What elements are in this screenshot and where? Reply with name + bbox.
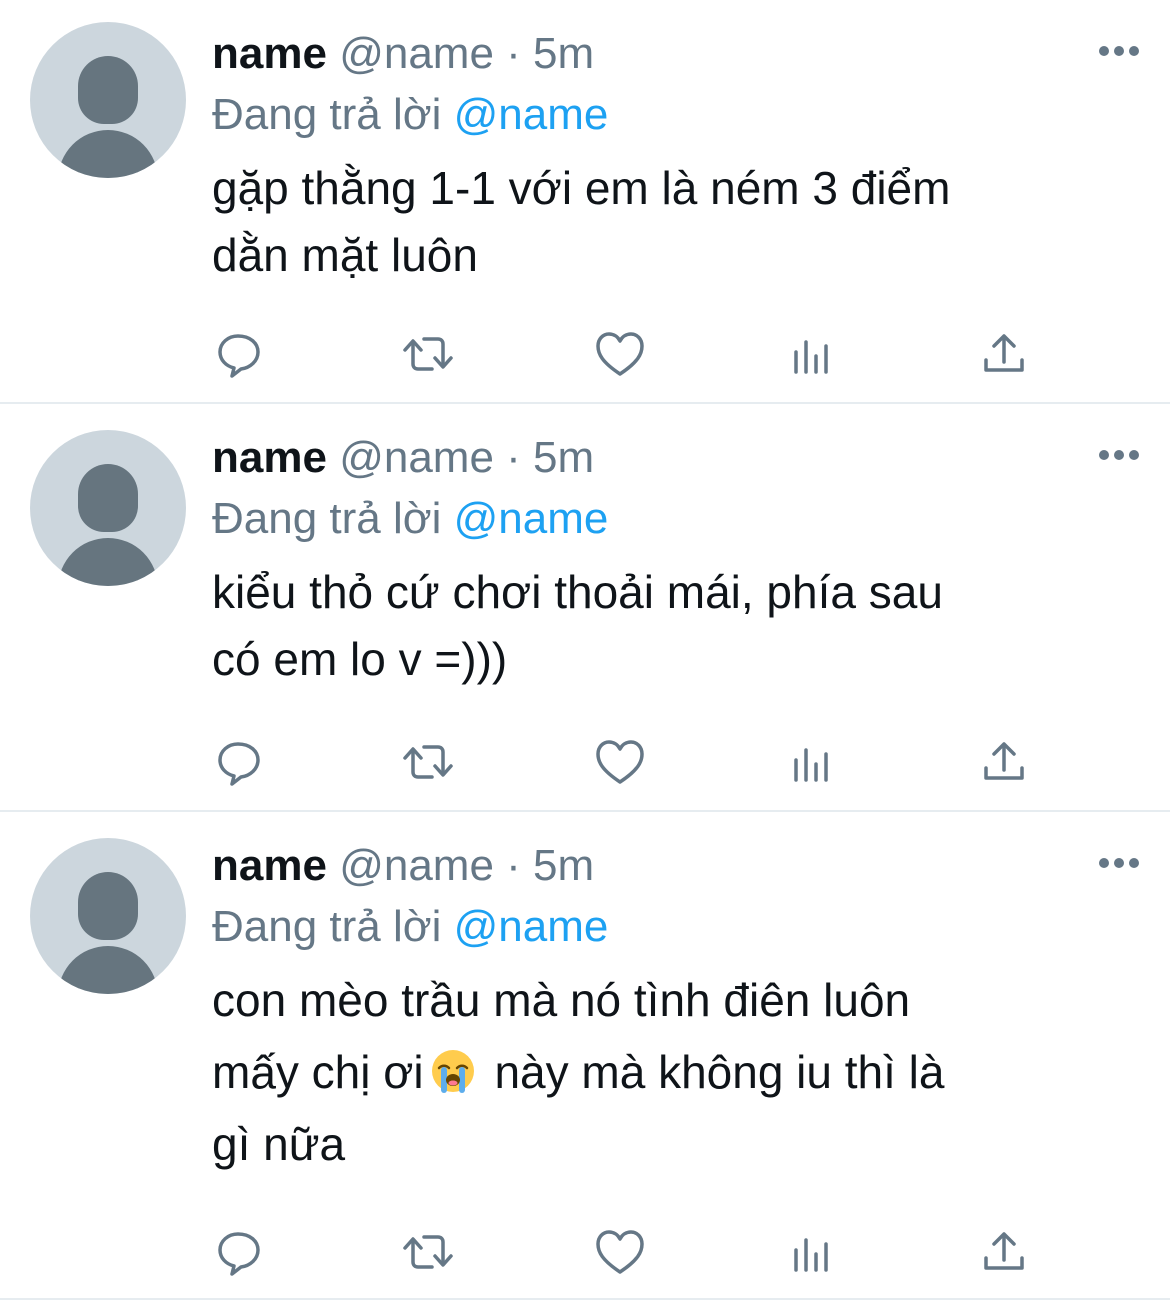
display-name[interactable]: name: [212, 841, 327, 890]
tweet-text: con mèo trầu mà nó tình điên luôn mấy ch…: [212, 964, 1092, 1180]
heart-icon: [596, 740, 644, 784]
tweet-feed: name @name · 5m Đang trả lời @name gặp t…: [0, 0, 1170, 1302]
like-button[interactable]: [592, 326, 648, 382]
reply-bubble-icon: [218, 1232, 260, 1276]
share-button[interactable]: [976, 734, 1032, 790]
user-handle[interactable]: @name: [339, 29, 494, 78]
user-handle[interactable]: @name: [339, 841, 494, 890]
reply-button[interactable]: [212, 1224, 268, 1280]
more-dots-icon: [1099, 858, 1139, 868]
timestamp[interactable]: 5m: [533, 29, 594, 78]
separator-dot: ·: [506, 433, 521, 482]
retweet-button[interactable]: [400, 326, 456, 382]
heart-icon: [596, 1230, 644, 1274]
tweet-content: name @name · 5m Đang trả lời @name gặp t…: [212, 24, 1112, 289]
replying-to-label: Đang trả lời: [212, 494, 442, 543]
more-options-button[interactable]: [1096, 38, 1142, 64]
tweet-header: name @name · 5m: [212, 428, 1112, 488]
tweet-header: name @name · 5m: [212, 24, 1112, 84]
like-button[interactable]: [592, 734, 648, 790]
divider: [0, 1298, 1170, 1300]
reply-mention-link[interactable]: @name: [454, 90, 609, 139]
avatar-head-shape: [78, 464, 138, 532]
views-button[interactable]: [784, 326, 840, 382]
display-name[interactable]: name: [212, 29, 327, 78]
timestamp[interactable]: 5m: [533, 433, 594, 482]
avatar[interactable]: [30, 430, 186, 586]
tweet-actions: [212, 734, 1052, 790]
user-handle[interactable]: @name: [339, 433, 494, 482]
replying-to-label: Đang trả lời: [212, 902, 442, 951]
reply-bubble-icon: [218, 742, 260, 786]
share-button[interactable]: [976, 326, 1032, 382]
retweet-icon: [403, 1235, 453, 1269]
tweet[interactable]: name @name · 5m Đang trả lời @name con m…: [0, 812, 1170, 1302]
reply-mention-link[interactable]: @name: [454, 494, 609, 543]
views-button[interactable]: [784, 734, 840, 790]
display-name[interactable]: name: [212, 433, 327, 482]
tweet-content: name @name · 5m Đang trả lời @name kiểu …: [212, 428, 1112, 693]
views-chart-icon: [794, 748, 828, 782]
views-chart-icon: [794, 1238, 828, 1272]
share-upload-icon: [984, 334, 1024, 372]
replying-to-label: Đang trả lời: [212, 90, 442, 139]
views-chart-icon: [794, 340, 828, 374]
avatar-head-shape: [78, 872, 138, 940]
tweet-actions: [212, 1224, 1052, 1280]
replying-to: Đang trả lời @name: [212, 896, 1112, 958]
like-button[interactable]: [592, 1224, 648, 1280]
reply-mention-link[interactable]: @name: [454, 902, 609, 951]
tweet-header: name @name · 5m: [212, 836, 1112, 896]
tweet-text: gặp thằng 1-1 với em là ném 3 điểm dằn m…: [212, 162, 951, 281]
reply-bubble-icon: [218, 334, 260, 378]
retweet-icon: [403, 337, 453, 371]
replying-to: Đang trả lời @name: [212, 84, 1112, 146]
more-dots-icon: [1099, 450, 1139, 460]
views-button[interactable]: [784, 1224, 840, 1280]
more-dots-icon: [1099, 46, 1139, 56]
tweet[interactable]: name @name · 5m Đang trả lời @name gặp t…: [0, 0, 1170, 404]
reply-button[interactable]: [212, 326, 268, 382]
tweet-text: kiểu thỏ cứ chơi thoải mái, phía sau có …: [212, 566, 943, 685]
separator-dot: ·: [506, 841, 521, 890]
share-button[interactable]: [976, 1224, 1032, 1280]
avatar[interactable]: [30, 22, 186, 178]
replying-to: Đang trả lời @name: [212, 488, 1112, 550]
reply-button[interactable]: [212, 734, 268, 790]
share-upload-icon: [984, 742, 1024, 780]
avatar[interactable]: [30, 838, 186, 994]
avatar-body-shape: [58, 946, 158, 994]
avatar-head-shape: [78, 56, 138, 124]
tweet[interactable]: name @name · 5m Đang trả lời @name kiểu …: [0, 404, 1170, 812]
avatar-body-shape: [58, 538, 158, 586]
avatar-body-shape: [58, 130, 158, 178]
retweet-icon: [403, 745, 453, 779]
tweet-actions: [212, 326, 1052, 382]
more-options-button[interactable]: [1096, 442, 1142, 468]
share-upload-icon: [984, 1232, 1024, 1270]
tweet-content: name @name · 5m Đang trả lời @name con m…: [212, 836, 1112, 1180]
heart-icon: [596, 332, 644, 376]
more-options-button[interactable]: [1096, 850, 1142, 876]
retweet-button[interactable]: [400, 734, 456, 790]
loudly-crying-face-icon: [430, 1042, 476, 1093]
timestamp[interactable]: 5m: [533, 841, 594, 890]
separator-dot: ·: [506, 29, 521, 78]
retweet-button[interactable]: [400, 1224, 456, 1280]
